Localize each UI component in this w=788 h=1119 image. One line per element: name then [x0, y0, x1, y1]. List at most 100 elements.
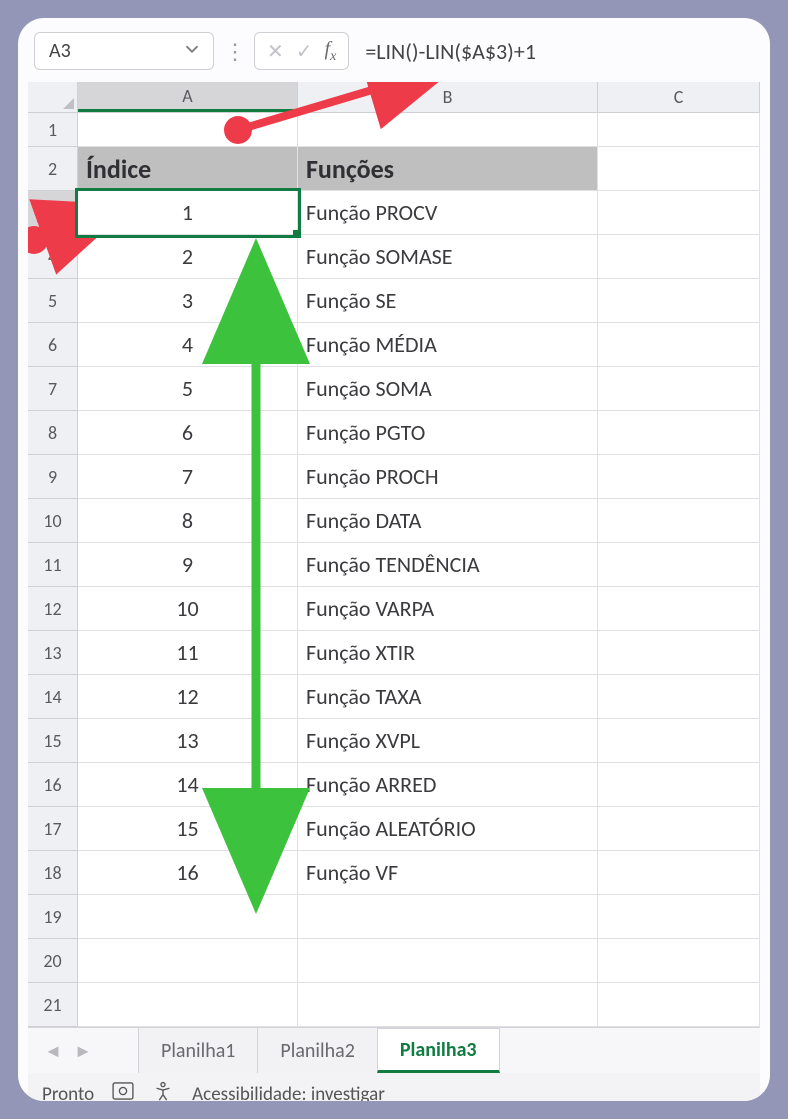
cell-A20[interactable]	[78, 939, 298, 983]
cell-B18[interactable]: Função VF	[298, 851, 598, 895]
cell-A21[interactable]	[78, 983, 298, 1027]
cell-C8[interactable]	[598, 411, 760, 455]
row-header[interactable]: 15	[28, 719, 78, 763]
cell-A15[interactable]: 13	[78, 719, 298, 763]
row-header[interactable]: 19	[28, 895, 78, 939]
cell-A1[interactable]	[78, 113, 298, 147]
cell-B7[interactable]: Função SOMA	[298, 367, 598, 411]
row-header[interactable]: 20	[28, 939, 78, 983]
cell-B2[interactable]: Funções	[298, 147, 598, 191]
macro-record-icon[interactable]	[112, 1082, 134, 1101]
tab-next-icon[interactable]: ►	[68, 1040, 98, 1062]
cell-C16[interactable]	[598, 763, 760, 807]
cell-A10[interactable]: 8	[78, 499, 298, 543]
cell-C2[interactable]	[598, 147, 760, 191]
row-header[interactable]: 1	[28, 113, 78, 147]
accessibility-icon[interactable]	[152, 1080, 174, 1101]
row-header[interactable]: 2	[28, 147, 78, 191]
cell-A17[interactable]: 15	[78, 807, 298, 851]
cell-A19[interactable]	[78, 895, 298, 939]
cell-B19[interactable]	[298, 895, 598, 939]
sheet-tab-active[interactable]: Planilha3	[377, 1028, 500, 1073]
cell-C17[interactable]	[598, 807, 760, 851]
row-header[interactable]: 4	[28, 235, 78, 279]
name-box[interactable]: A3	[34, 32, 214, 70]
cell-C15[interactable]	[598, 719, 760, 763]
cell-A16[interactable]: 14	[78, 763, 298, 807]
row-header[interactable]: 16	[28, 763, 78, 807]
column-header-B[interactable]: B	[298, 82, 598, 112]
cancel-icon[interactable]: ✕	[267, 39, 284, 64]
column-header-A[interactable]: A	[78, 82, 298, 112]
row-header[interactable]: 7	[28, 367, 78, 411]
cell-A14[interactable]: 12	[78, 675, 298, 719]
cell-C6[interactable]	[598, 323, 760, 367]
cell-B9[interactable]: Função PROCH	[298, 455, 598, 499]
cell-A7[interactable]: 5	[78, 367, 298, 411]
sheet-tab[interactable]: Planilha2	[257, 1028, 376, 1073]
cell-B3[interactable]: Função PROCV	[298, 191, 598, 235]
tab-prev-icon[interactable]: ◄	[38, 1040, 68, 1062]
cell-C12[interactable]	[598, 587, 760, 631]
cell-A8[interactable]: 6	[78, 411, 298, 455]
select-all-corner[interactable]	[28, 82, 78, 112]
cell-B8[interactable]: Função PGTO	[298, 411, 598, 455]
cell-C13[interactable]	[598, 631, 760, 675]
cell-C21[interactable]	[598, 983, 760, 1027]
cell-C20[interactable]	[598, 939, 760, 983]
cell-B11[interactable]: Função TENDÊNCIA	[298, 543, 598, 587]
row-header[interactable]: 13	[28, 631, 78, 675]
row-header[interactable]: 8	[28, 411, 78, 455]
cell-C9[interactable]	[598, 455, 760, 499]
cell-C11[interactable]	[598, 543, 760, 587]
cell-A5[interactable]: 3	[78, 279, 298, 323]
cell-B21[interactable]	[298, 983, 598, 1027]
fx-icon[interactable]: fx	[325, 38, 337, 65]
row-header[interactable]: 9	[28, 455, 78, 499]
sheet-tab[interactable]: Planilha1	[138, 1028, 257, 1073]
cell-A3[interactable]: 1	[78, 191, 298, 235]
cell-A9[interactable]: 7	[78, 455, 298, 499]
cell-A2[interactable]: Índice	[78, 147, 298, 191]
cell-B5[interactable]: Função SE	[298, 279, 598, 323]
enter-icon[interactable]: ✓	[296, 39, 313, 64]
cell-C19[interactable]	[598, 895, 760, 939]
cell-C5[interactable]	[598, 279, 760, 323]
cell-B16[interactable]: Função ARRED	[298, 763, 598, 807]
cell-A11[interactable]: 9	[78, 543, 298, 587]
cell-B14[interactable]: Função TAXA	[298, 675, 598, 719]
cell-B20[interactable]	[298, 939, 598, 983]
cell-C1[interactable]	[598, 113, 760, 147]
cell-B12[interactable]: Função VARPA	[298, 587, 598, 631]
row-header[interactable]: 18	[28, 851, 78, 895]
spreadsheet-grid[interactable]: A B C 1 2 Índice Funções 3 1	[28, 82, 760, 1027]
cell-C4[interactable]	[598, 235, 760, 279]
cell-C7[interactable]	[598, 367, 760, 411]
row-header[interactable]: 5	[28, 279, 78, 323]
row-header[interactable]: 14	[28, 675, 78, 719]
cell-B15[interactable]: Função XVPL	[298, 719, 598, 763]
cell-A13[interactable]: 11	[78, 631, 298, 675]
cell-C10[interactable]	[598, 499, 760, 543]
cell-B1[interactable]	[298, 113, 598, 147]
cell-A12[interactable]: 10	[78, 587, 298, 631]
row-header[interactable]: 17	[28, 807, 78, 851]
cell-B13[interactable]: Função XTIR	[298, 631, 598, 675]
status-accessibility[interactable]: Acessibilidade: investigar	[192, 1083, 385, 1102]
cell-B10[interactable]: Função DATA	[298, 499, 598, 543]
row-header[interactable]: 10	[28, 499, 78, 543]
formula-input[interactable]: =LIN()-LIN($A$3)+1	[357, 38, 536, 65]
cell-C18[interactable]	[598, 851, 760, 895]
cell-C3[interactable]	[598, 191, 760, 235]
cell-A18[interactable]: 16	[78, 851, 298, 895]
row-header[interactable]: 11	[28, 543, 78, 587]
column-header-C[interactable]: C	[598, 82, 760, 112]
row-header[interactable]: 6	[28, 323, 78, 367]
cell-B6[interactable]: Função MÉDIA	[298, 323, 598, 367]
row-header[interactable]: 3	[28, 191, 78, 235]
cell-B17[interactable]: Função ALEATÓRIO	[298, 807, 598, 851]
cell-A4[interactable]: 2	[78, 235, 298, 279]
row-header[interactable]: 12	[28, 587, 78, 631]
cell-B4[interactable]: Função SOMASE	[298, 235, 598, 279]
row-header[interactable]: 21	[28, 983, 78, 1027]
